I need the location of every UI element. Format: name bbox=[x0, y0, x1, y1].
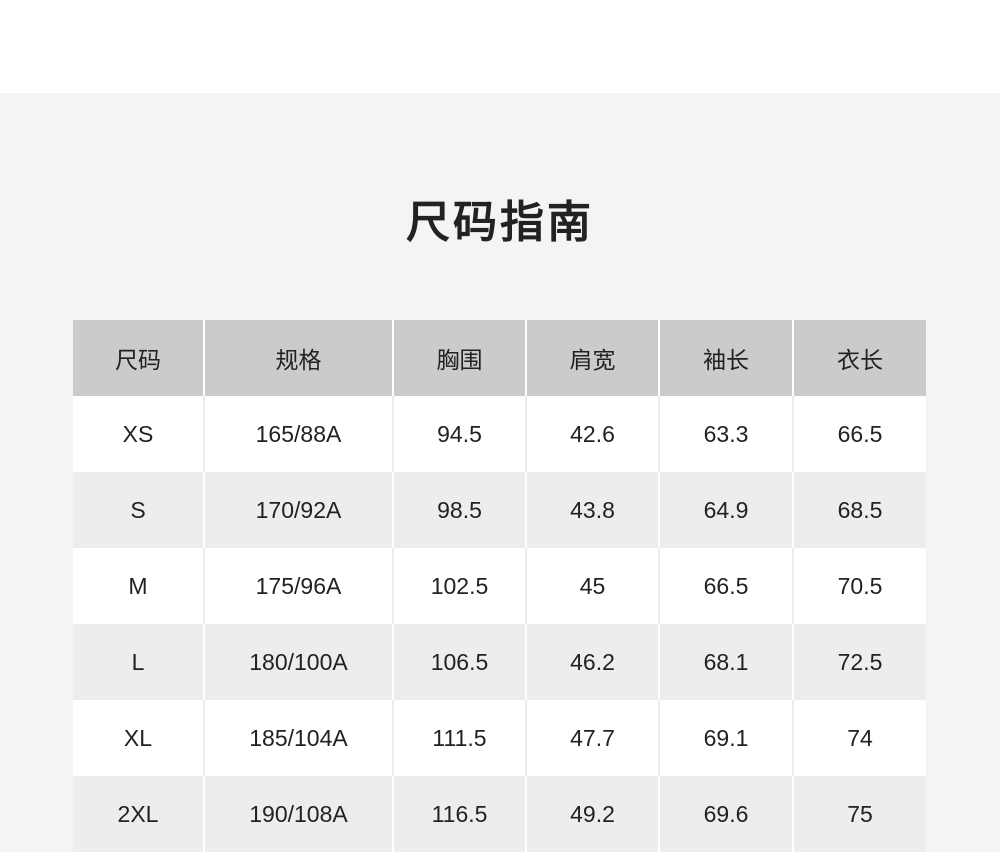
cell-length: 74 bbox=[793, 700, 926, 776]
table-row: XS 165/88A 94.5 42.6 63.3 66.5 bbox=[73, 396, 926, 472]
cell-size: XS bbox=[73, 396, 205, 472]
table-row: 2XL 190/108A 116.5 49.2 69.6 75 bbox=[73, 776, 926, 852]
cell-shoulder: 43.8 bbox=[526, 472, 660, 548]
cell-sleeve: 68.1 bbox=[659, 624, 794, 700]
table-row: M 175/96A 102.5 45 66.5 70.5 bbox=[73, 548, 926, 624]
cell-spec: 180/100A bbox=[204, 624, 394, 700]
cell-sleeve: 66.5 bbox=[659, 548, 794, 624]
cell-spec: 165/88A bbox=[204, 396, 394, 472]
header-chest: 胸围 bbox=[393, 320, 527, 396]
cell-length: 75 bbox=[793, 776, 926, 852]
cell-spec: 170/92A bbox=[204, 472, 394, 548]
header-size: 尺码 bbox=[73, 320, 205, 396]
header-shoulder: 肩宽 bbox=[526, 320, 660, 396]
cell-length: 70.5 bbox=[793, 548, 926, 624]
cell-chest: 111.5 bbox=[393, 700, 527, 776]
cell-length: 72.5 bbox=[793, 624, 926, 700]
cell-shoulder: 45 bbox=[526, 548, 660, 624]
cell-spec: 185/104A bbox=[204, 700, 394, 776]
cell-length: 68.5 bbox=[793, 472, 926, 548]
cell-spec: 190/108A bbox=[204, 776, 394, 852]
table-body: XS 165/88A 94.5 42.6 63.3 66.5 S 170/92A… bbox=[73, 396, 926, 852]
cell-sleeve: 69.6 bbox=[659, 776, 794, 852]
page-title: 尺码指南 bbox=[406, 197, 594, 248]
size-table: 尺码 规格 胸围 肩宽 袖长 衣长 XS 165/88A 94.5 42.6 6… bbox=[73, 320, 926, 852]
cell-chest: 106.5 bbox=[393, 624, 527, 700]
table-row: S 170/92A 98.5 43.8 64.9 68.5 bbox=[73, 472, 926, 548]
cell-shoulder: 49.2 bbox=[526, 776, 660, 852]
cell-shoulder: 42.6 bbox=[526, 396, 660, 472]
cell-length: 66.5 bbox=[793, 396, 926, 472]
cell-size: L bbox=[73, 624, 205, 700]
cell-shoulder: 47.7 bbox=[526, 700, 660, 776]
cell-size: M bbox=[73, 548, 205, 624]
header-sleeve: 袖长 bbox=[659, 320, 794, 396]
header-spec: 规格 bbox=[204, 320, 394, 396]
cell-sleeve: 63.3 bbox=[659, 396, 794, 472]
cell-chest: 116.5 bbox=[393, 776, 527, 852]
table-header: 尺码 规格 胸围 肩宽 袖长 衣长 bbox=[73, 320, 926, 396]
cell-size: S bbox=[73, 472, 205, 548]
cell-shoulder: 46.2 bbox=[526, 624, 660, 700]
cell-sleeve: 64.9 bbox=[659, 472, 794, 548]
cell-sleeve: 69.1 bbox=[659, 700, 794, 776]
header-length: 衣长 bbox=[793, 320, 926, 396]
header-row: 尺码 规格 胸围 肩宽 袖长 衣长 bbox=[73, 320, 926, 396]
cell-size: 2XL bbox=[73, 776, 205, 852]
top-white-band bbox=[0, 0, 1000, 93]
cell-chest: 102.5 bbox=[393, 548, 527, 624]
table-row: L 180/100A 106.5 46.2 68.1 72.5 bbox=[73, 624, 926, 700]
cell-chest: 98.5 bbox=[393, 472, 527, 548]
table-row: XL 185/104A 111.5 47.7 69.1 74 bbox=[73, 700, 926, 776]
cell-spec: 175/96A bbox=[204, 548, 394, 624]
cell-chest: 94.5 bbox=[393, 396, 527, 472]
cell-size: XL bbox=[73, 700, 205, 776]
